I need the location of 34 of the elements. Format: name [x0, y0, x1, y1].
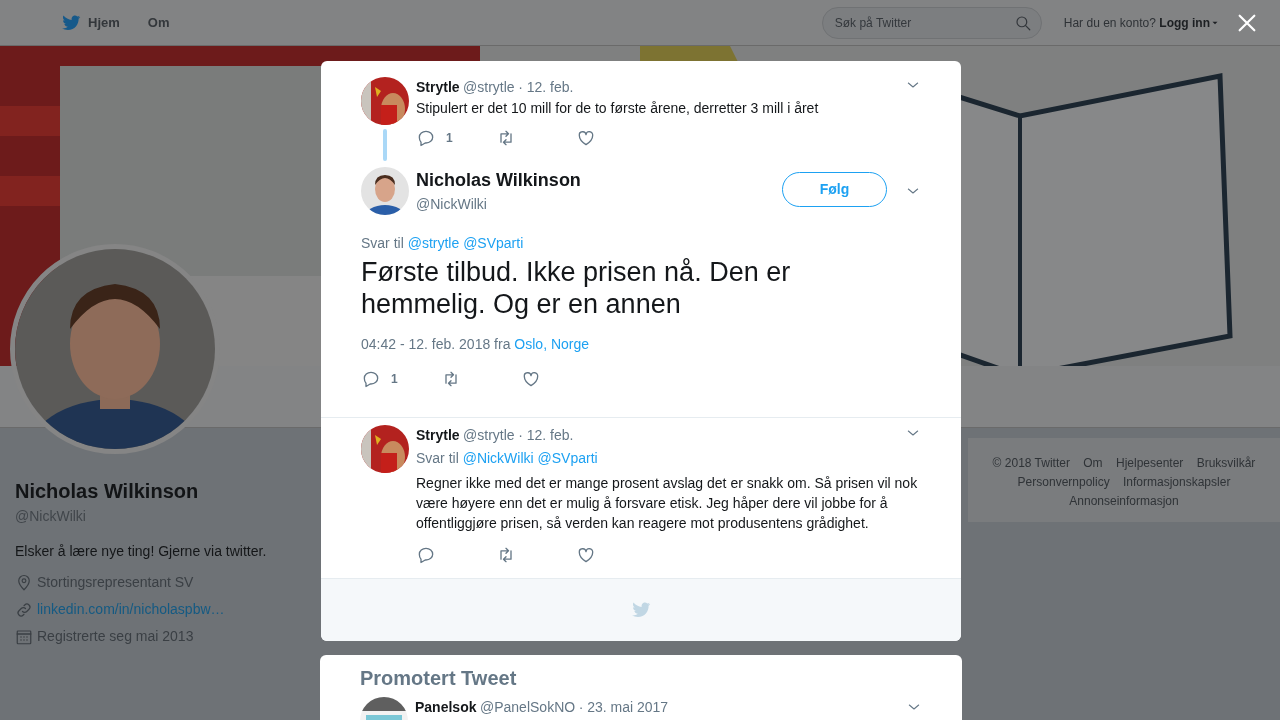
- tweet-text: Regner ikke med det er mange prosent avslag det er snakk om. Så prisen vil nok være høyere enn det er mulig å forsvare etisk. Jeg håper dere vil jobbe for å offentliggjøre prisen, så verden kan reagere mot produsentens grådighet.: [416, 474, 919, 533]
- search-icon: [1013, 13, 1032, 32]
- account-prompt: Har du en konto?: [1063, 14, 1156, 32]
- reply-icon[interactable]: [416, 545, 436, 565]
- author-handle: @strytle: [463, 426, 515, 445]
- mention-link[interactable]: @SVparti: [537, 450, 598, 466]
- author-name[interactable]: Strytle: [416, 425, 460, 446]
- footer-link[interactable]: Informasjonskapsler: [1123, 475, 1231, 489]
- nav-link[interactable]: Hjem: [60, 11, 120, 34]
- location-icon: [15, 573, 33, 592]
- heart-icon[interactable]: [576, 545, 596, 565]
- mention-link[interactable]: @NickWilki: [462, 450, 534, 466]
- tweet-date: · 12. feb.: [518, 426, 574, 445]
- footer-link[interactable]: Om: [1083, 456, 1103, 470]
- author-handle: @PanelSokNO: [480, 697, 576, 717]
- reply-to-line: Svar til @NickWilki @SVparti: [416, 449, 599, 468]
- calendar-icon: [15, 627, 33, 646]
- heart-icon[interactable]: [521, 369, 541, 389]
- copyright-text: © 2018 Twitter: [992, 456, 1070, 470]
- promoted-label: Promotert Tweet: [360, 666, 518, 691]
- footer-link[interactable]: Annonseinformasjon: [1069, 494, 1179, 508]
- link-icon: [15, 600, 33, 619]
- login-link[interactable]: Logg inn: [1159, 13, 1220, 32]
- nav-link[interactable]: Om: [147, 12, 170, 33]
- footer-link[interactable]: Personvernpolicy: [1017, 475, 1110, 489]
- reply-icon[interactable]: [361, 369, 381, 389]
- footer-link[interactable]: Bruksvilkår: [1196, 456, 1256, 470]
- reply-count: 1: [391, 371, 398, 388]
- profile-bio: Elsker å lære nye ting! Gjerne via twitter.: [15, 542, 268, 561]
- search-field[interactable]: Søk på Twitter: [821, 6, 1042, 39]
- profile-name: Nicholas Wilkinson: [15, 479, 200, 504]
- author-name[interactable]: Panelsok: [415, 696, 477, 718]
- tweet-date: · 23. mai 2017: [578, 697, 669, 717]
- footer-link[interactable]: Hjelpesenter: [1115, 456, 1184, 470]
